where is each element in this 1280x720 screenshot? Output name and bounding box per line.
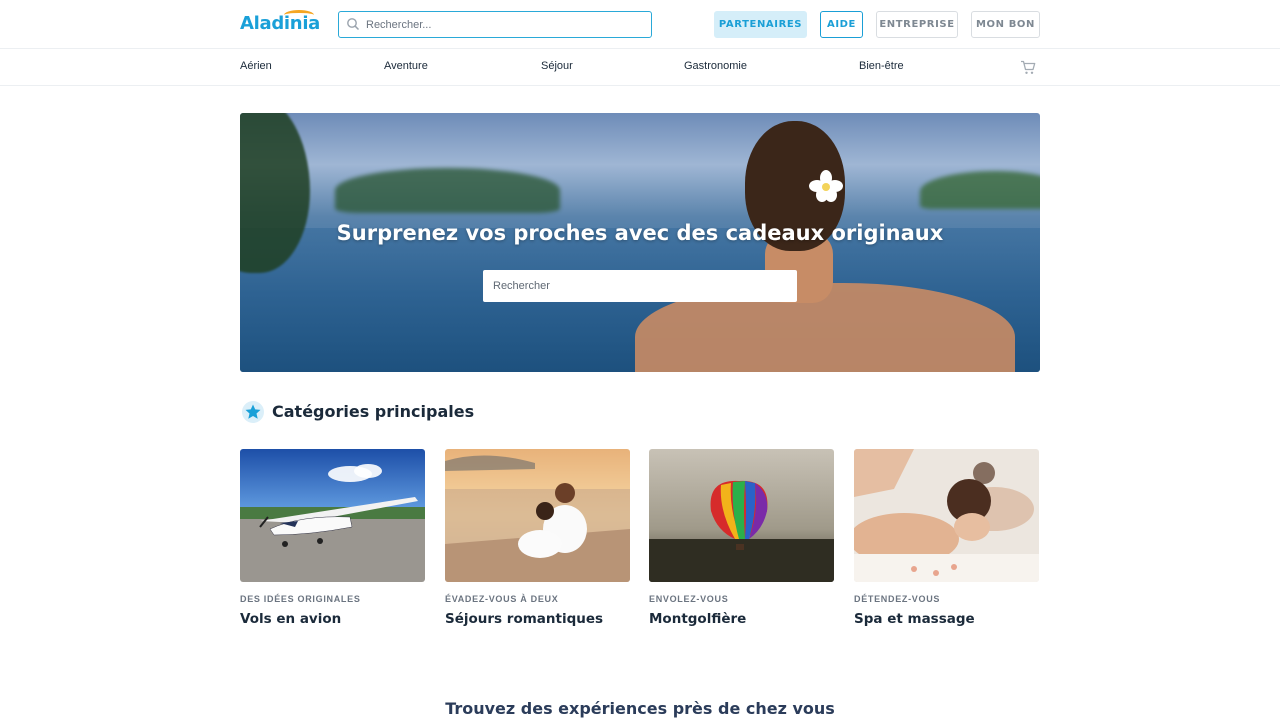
category-card[interactable]: DÉTENDEZ-VOUS Spa et massage [854,449,1039,627]
category-card[interactable]: DES IDÉES ORIGINALES Vols en avion [240,449,425,627]
header-search[interactable] [338,11,652,38]
category-kicker: ÉVADEZ-VOUS À DEUX [445,594,559,604]
category-image-romantic[interactable] [445,449,630,582]
category-title[interactable]: Spa et massage [854,611,1039,627]
my-voucher-button[interactable]: MON BON [971,11,1040,38]
header-search-input[interactable] [366,12,646,37]
category-image-spa[interactable] [854,449,1039,582]
cart-icon[interactable] [1020,60,1036,75]
nav-item-aventure[interactable]: Aventure [384,60,428,72]
hero-title: Surprenez vos proches avec des cadeaux o… [336,221,944,245]
business-button[interactable]: ENTREPRISE [876,11,958,38]
flower-icon [809,170,843,202]
category-image-plane[interactable] [240,449,425,582]
logo-arc-icon [284,10,314,20]
category-title[interactable]: Vols en avion [240,611,425,627]
spa-illustration [854,449,1039,582]
category-kicker: ENVOLEZ-VOUS [649,594,729,604]
category-title[interactable]: Montgolfière [649,611,834,627]
plane-illustration [240,449,425,582]
category-title[interactable]: Séjours romantiques [445,611,630,627]
category-card[interactable]: ENVOLEZ-VOUS Montgolfière [649,449,834,627]
help-button[interactable]: AIDE [820,11,863,38]
category-kicker: DÉTENDEZ-VOUS [854,594,941,604]
category-card[interactable]: ÉVADEZ-VOUS À DEUX Séjours romantiques [445,449,630,627]
nearby-section-title: Trouvez des expériences près de chez vou… [445,699,835,718]
categories-title: Catégories principales [272,402,475,421]
nav-item-gastronomie[interactable]: Gastronomie [684,60,747,72]
balloon-illustration [649,449,834,582]
hero-banner: Surprenez vos proches avec des cadeaux o… [240,113,1040,372]
hero-island [335,168,560,213]
hero-island [920,171,1040,209]
partners-button[interactable]: PARTENAIRES [714,11,807,38]
category-nav: Aérien Aventure Séjour Gastronomie Bien-… [0,49,1280,86]
star-icon [242,401,264,423]
category-kicker: DES IDÉES ORIGINALES [240,594,361,604]
category-image-balloon[interactable] [649,449,834,582]
nav-item-bien-etre[interactable]: Bien-être [859,60,904,72]
nav-item-aerien[interactable]: Aérien [240,60,272,72]
logo[interactable]: Aladinia [240,10,320,34]
couple-illustration [445,449,630,582]
search-icon [347,18,360,31]
top-header: Aladinia PARTENAIRES AIDE ENTREPRISE MON… [0,0,1280,49]
nav-item-sejour[interactable]: Séjour [541,60,573,72]
hero-search-input[interactable] [483,270,797,302]
